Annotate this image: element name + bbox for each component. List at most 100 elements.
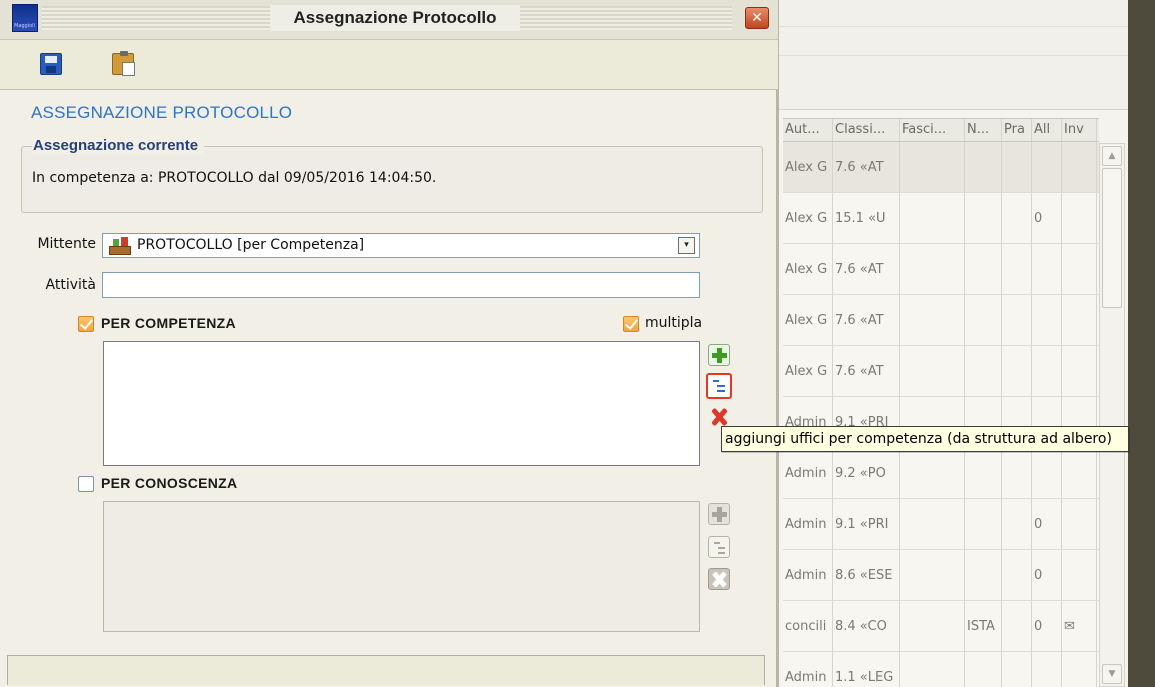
dialog-title: Assegnazione Protocollo <box>270 5 520 31</box>
table-header: Aut... Classi... Fasci... N... Pra All I… <box>783 118 1099 142</box>
table-row[interactable]: concili 8.4 «CO ISTA 0 ✉ <box>783 601 1099 652</box>
table-cell-n <box>965 499 1002 549</box>
table-cell-aut: Alex G <box>783 244 833 294</box>
table-cell-all: 0 <box>1032 601 1062 651</box>
table-cell <box>900 499 965 549</box>
table-cell <box>1002 550 1032 600</box>
group-legend: Assegnazione corrente <box>32 137 205 154</box>
table-row[interactable]: Admin 9.1 «PRI 0 <box>783 499 1099 550</box>
per-conoscenza-label: PER CONOSCENZA <box>101 475 238 491</box>
table-cell-inv <box>1062 448 1097 498</box>
table-cell <box>1002 295 1032 345</box>
column-header[interactable]: Inv <box>1062 119 1097 141</box>
table-row[interactable]: Alex G 7.6 «AT <box>783 346 1099 397</box>
table-cell <box>900 193 965 243</box>
table-cell-aut: Admin <box>783 448 833 498</box>
table-cell-all: 0 <box>1032 499 1062 549</box>
table-cell <box>900 550 965 600</box>
per-conoscenza-checkbox[interactable] <box>78 476 94 492</box>
table-cell-n <box>965 295 1002 345</box>
table-cell-aut: Alex G <box>783 193 833 243</box>
table-cell-n <box>965 244 1002 294</box>
mittente-select[interactable]: PROTOCOLLO [per Competenza] ▾ <box>102 233 700 258</box>
multipla-checkbox[interactable] <box>623 316 639 332</box>
table-row[interactable]: Admin 9.2 «PO <box>783 448 1099 499</box>
table-cell <box>900 295 965 345</box>
table-row[interactable]: Admin 8.6 «ESE 0 <box>783 550 1099 601</box>
table-cell-inv <box>1062 295 1097 345</box>
mittente-label: Mittente <box>37 236 96 252</box>
per-competenza-checkbox[interactable] <box>78 316 94 332</box>
current-assignment-text: In competenza a: PROTOCOLLO dal 09/05/20… <box>32 170 437 186</box>
table-cell-aut: Alex G <box>783 295 833 345</box>
save-icon[interactable] <box>40 53 62 75</box>
column-header[interactable]: Pra <box>1002 119 1032 141</box>
add-office-disabled-button <box>708 503 730 525</box>
table-row[interactable]: Alex G 7.6 «AT <box>783 244 1099 295</box>
table-scrollbar[interactable]: ▲ ▼ <box>1099 143 1125 687</box>
add-office-tree-button[interactable] <box>706 373 732 399</box>
table-cell <box>1002 346 1032 396</box>
table-cell <box>900 244 965 294</box>
table-cell-inv <box>1062 346 1097 396</box>
window-edge <box>1128 0 1155 687</box>
table-row[interactable]: Alex G 7.6 «AT <box>783 142 1099 193</box>
competenza-list[interactable] <box>103 341 700 466</box>
column-header[interactable]: N... <box>965 119 1002 141</box>
table-cell-n <box>965 193 1002 243</box>
table-cell-all <box>1032 346 1062 396</box>
table-cell-aut: Admin <box>783 499 833 549</box>
close-button[interactable]: ✕ <box>745 7 769 29</box>
table-cell <box>1002 448 1032 498</box>
table-row[interactable]: Admin 1.1 «LEG <box>783 652 1099 687</box>
table-cell-all <box>1032 652 1062 687</box>
table-cell-all <box>1032 142 1062 192</box>
attivita-input[interactable] <box>102 272 700 298</box>
table-cell <box>900 601 965 651</box>
table-cell-inv <box>1062 499 1097 549</box>
table-cell-n <box>965 652 1002 687</box>
paste-icon[interactable] <box>112 51 135 76</box>
scroll-down-arrow-icon[interactable]: ▼ <box>1102 664 1122 684</box>
table-cell-aut: Admin <box>783 652 833 687</box>
chevron-down-icon[interactable]: ▾ <box>678 237 695 254</box>
app-logo-icon: Maggioli <box>12 4 38 32</box>
column-header[interactable]: Aut... <box>783 119 833 141</box>
multipla-label: multipla <box>645 315 703 331</box>
column-header[interactable]: Fasci... <box>900 119 965 141</box>
logo-text: Maggioli <box>14 23 35 29</box>
table-cell-classi: 8.6 «ESE <box>833 550 900 600</box>
table-cell-inv: ✉ <box>1062 601 1097 651</box>
column-header[interactable]: Classi... <box>833 119 900 141</box>
table-body: Alex G 7.6 «AT Alex G 15.1 «U 0 Alex G 7.6 «AT… <box>783 142 1099 687</box>
table-cell-inv <box>1062 244 1097 294</box>
table-cell-classi: 7.6 «AT <box>833 346 900 396</box>
column-header[interactable]: All <box>1032 119 1062 141</box>
table-cell-n <box>965 550 1002 600</box>
attivita-label: Attività <box>45 277 96 293</box>
table-row[interactable]: Alex G 7.6 «AT <box>783 295 1099 346</box>
table-cell-all <box>1032 244 1062 294</box>
assegnazione-dialog: Maggioli Assegnazione Protocollo ✕ ASSEG… <box>0 0 778 687</box>
scroll-up-arrow-icon[interactable]: ▲ <box>1102 146 1122 166</box>
toolbar <box>0 40 778 90</box>
table-cell <box>900 346 965 396</box>
current-assignment-group: Assegnazione corrente In competenza a: P… <box>21 137 763 213</box>
table-cell-all <box>1032 448 1062 498</box>
title-bar[interactable]: Maggioli Assegnazione Protocollo ✕ <box>0 0 778 40</box>
table-cell-classi: 7.6 «AT <box>833 142 900 192</box>
background-toolbar-area <box>779 0 1129 110</box>
table-cell-n: ISTA <box>965 601 1002 651</box>
table-cell <box>1002 601 1032 651</box>
table-cell-inv <box>1062 193 1097 243</box>
table-cell <box>900 448 965 498</box>
table-cell <box>1002 652 1032 687</box>
remove-office-button[interactable] <box>708 406 730 428</box>
tooltip: aggiungi uffici per competenza (da strut… <box>721 426 1129 452</box>
table-cell-aut: Alex G <box>783 142 833 192</box>
remove-office-disabled-button <box>708 568 730 590</box>
table-row[interactable]: Alex G 15.1 «U 0 <box>783 193 1099 244</box>
table-cell-classi: 7.6 «AT <box>833 244 900 294</box>
scrollbar-thumb[interactable] <box>1102 168 1122 308</box>
add-office-button[interactable] <box>708 344 730 366</box>
